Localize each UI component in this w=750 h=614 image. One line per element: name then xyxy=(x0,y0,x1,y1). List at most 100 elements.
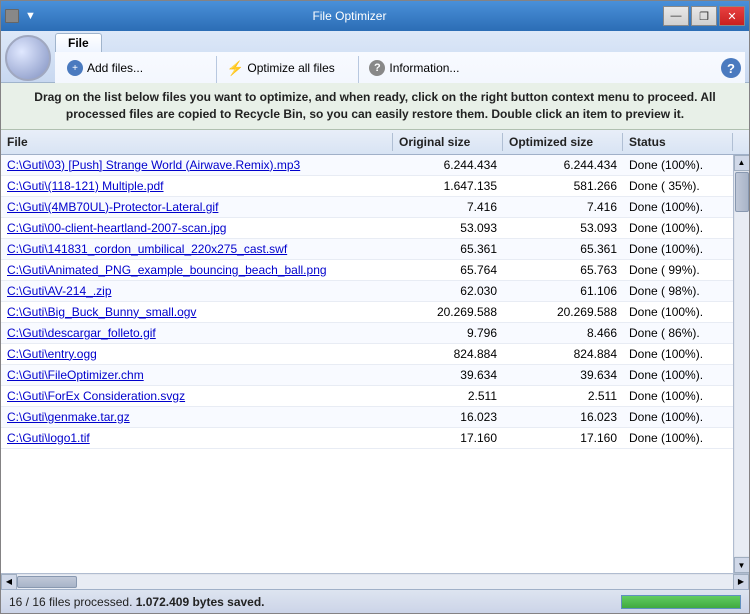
status-cell: Done (100%). xyxy=(623,407,733,427)
scroll-down-arrow[interactable]: ▼ xyxy=(734,557,750,573)
maximize-button[interactable]: ❐ xyxy=(691,6,717,26)
original-size-cell: 17.160 xyxy=(393,428,503,448)
file-cell[interactable]: C:\Guti\logo1.tif xyxy=(1,428,393,448)
original-size-cell: 39.634 xyxy=(393,365,503,385)
optimized-size-cell: 61.106 xyxy=(503,281,623,301)
file-cell[interactable]: C:\Guti\00-client-heartland-2007-scan.jp… xyxy=(1,218,393,238)
file-cell[interactable]: C:\Guti\03) [Push] Strange World (Airwav… xyxy=(1,155,393,175)
minimize-button[interactable]: — xyxy=(663,6,689,26)
status-cell: Done (100%). xyxy=(623,386,733,406)
title-bar: ▼ File Optimizer — ❐ ✕ xyxy=(1,1,749,31)
help-circle-button[interactable]: ? xyxy=(721,58,741,78)
original-size-cell: 16.023 xyxy=(393,407,503,427)
hscroll-right-arrow[interactable]: ▶ xyxy=(733,574,749,590)
table-row[interactable]: C:\Guti\entry.ogg824.884824.884Done (100… xyxy=(1,344,733,365)
window-system-menu: ▼ xyxy=(25,10,36,22)
hscroll-left-arrow[interactable]: ◀ xyxy=(1,574,17,590)
title-bar-buttons: — ❐ ✕ xyxy=(663,6,745,26)
add-files-icon: + xyxy=(67,60,83,76)
status-bar: 16 / 16 files processed. 1.072.409 bytes… xyxy=(1,589,749,613)
scroll-track xyxy=(735,172,749,556)
optimize-all-icon: ⚡ xyxy=(227,60,243,76)
table-row[interactable]: C:\Guti\00-client-heartland-2007-scan.jp… xyxy=(1,218,733,239)
status-cell: Done ( 99%). xyxy=(623,260,733,280)
vertical-scrollbar[interactable]: ▲ ▼ xyxy=(733,155,749,573)
horizontal-scrollbar[interactable]: ◀ ▶ xyxy=(1,573,749,589)
table-header: File Original size Optimized size Status xyxy=(1,130,749,155)
table-row[interactable]: C:\Guti\03) [Push] Strange World (Airwav… xyxy=(1,155,733,176)
progress-bar-fill xyxy=(622,596,740,608)
table-body[interactable]: C:\Guti\03) [Push] Strange World (Airwav… xyxy=(1,155,733,573)
title-bar-center: File Optimizer xyxy=(36,9,663,23)
table-row[interactable]: C:\Guti\AV-214_.zip62.03061.106Done ( 98… xyxy=(1,281,733,302)
title-bar-left: ▼ xyxy=(5,9,36,23)
file-cell[interactable]: C:\Guti\Big_Buck_Bunny_small.ogv xyxy=(1,302,393,322)
table-row[interactable]: C:\Guti\Big_Buck_Bunny_small.ogv20.269.5… xyxy=(1,302,733,323)
status-cell: Done ( 98%). xyxy=(623,281,733,301)
bytes-saved-text: 1.072.409 bytes saved. xyxy=(136,595,265,609)
optimized-size-cell: 581.266 xyxy=(503,176,623,196)
scroll-thumb[interactable] xyxy=(735,172,749,212)
file-cell[interactable]: C:\Guti\descargar_folleto.gif xyxy=(1,323,393,343)
original-size-cell: 6.244.434 xyxy=(393,155,503,175)
optimized-size-cell: 17.160 xyxy=(503,428,623,448)
original-size-cell: 65.361 xyxy=(393,239,503,259)
add-files-button[interactable]: + Add files... xyxy=(63,58,208,78)
file-cell[interactable]: C:\Guti\entry.ogg xyxy=(1,344,393,364)
file-cell[interactable]: C:\Guti\AV-214_.zip xyxy=(1,281,393,301)
file-cell[interactable]: C:\Guti\(118-121) Multiple.pdf xyxy=(1,176,393,196)
table-row[interactable]: C:\Guti\(4MB70UL)-Protector-Lateral.gif7… xyxy=(1,197,733,218)
original-size-cell: 9.796 xyxy=(393,323,503,343)
app-logo xyxy=(5,35,51,81)
table-row[interactable]: C:\Guti\141831_cordon_umbilical_220x275_… xyxy=(1,239,733,260)
table-row[interactable]: C:\Guti\genmake.tar.gz16.02316.023Done (… xyxy=(1,407,733,428)
original-size-cell: 7.416 xyxy=(393,197,503,217)
status-cell: Done (100%). xyxy=(623,197,733,217)
optimized-size-cell: 16.023 xyxy=(503,407,623,427)
file-cell[interactable]: C:\Guti\ForEx Consideration.svgz xyxy=(1,386,393,406)
optimized-size-cell: 20.269.588 xyxy=(503,302,623,322)
optimize-all-button[interactable]: ⚡ Optimize all files xyxy=(223,58,350,78)
original-size-cell: 20.269.588 xyxy=(393,302,503,322)
table-row[interactable]: C:\Guti\Animated_PNG_example_bouncing_be… xyxy=(1,260,733,281)
main-window: ▼ File Optimizer — ❐ ✕ File + xyxy=(0,0,750,614)
hscroll-thumb[interactable] xyxy=(17,576,77,588)
file-cell[interactable]: C:\Guti\FileOptimizer.chm xyxy=(1,365,393,385)
tab-strip: File xyxy=(55,33,745,52)
status-cell: Done ( 86%). xyxy=(623,323,733,343)
info-bar: Drag on the list below files you want to… xyxy=(1,83,749,130)
file-cell[interactable]: C:\Guti\Animated_PNG_example_bouncing_be… xyxy=(1,260,393,280)
optimized-size-cell: 6.244.434 xyxy=(503,155,623,175)
file-cell[interactable]: C:\Guti\genmake.tar.gz xyxy=(1,407,393,427)
file-cell[interactable]: C:\Guti\(4MB70UL)-Protector-Lateral.gif xyxy=(1,197,393,217)
table-row[interactable]: C:\Guti\ForEx Consideration.svgz2.5112.5… xyxy=(1,386,733,407)
optimized-size-cell: 53.093 xyxy=(503,218,623,238)
table-row[interactable]: C:\Guti\(118-121) Multiple.pdf1.647.1355… xyxy=(1,176,733,197)
original-size-cell: 65.764 xyxy=(393,260,503,280)
col-header-file: File xyxy=(1,133,393,151)
status-cell: Done (100%). xyxy=(623,239,733,259)
col-header-original: Original size xyxy=(393,133,503,151)
close-button[interactable]: ✕ xyxy=(719,6,745,26)
file-table-container: File Original size Optimized size Status… xyxy=(1,130,749,589)
app-icon xyxy=(5,9,19,23)
status-cell: Done (100%). xyxy=(623,218,733,238)
file-cell[interactable]: C:\Guti\141831_cordon_umbilical_220x275_… xyxy=(1,239,393,259)
hscroll-track xyxy=(17,575,733,589)
menu-bar: File + Add files... − Remove selected fi… xyxy=(1,31,749,83)
table-row[interactable]: C:\Guti\logo1.tif17.16017.160Done (100%)… xyxy=(1,428,733,449)
original-size-cell: 1.647.135 xyxy=(393,176,503,196)
col-header-scroll-spacer xyxy=(733,133,749,151)
status-cell: Done (100%). xyxy=(623,428,733,448)
optimized-size-cell: 7.416 xyxy=(503,197,623,217)
optimized-size-cell: 824.884 xyxy=(503,344,623,364)
information-button[interactable]: ? Information... xyxy=(365,58,493,78)
original-size-cell: 824.884 xyxy=(393,344,503,364)
table-row[interactable]: C:\Guti\descargar_folleto.gif9.7968.466D… xyxy=(1,323,733,344)
scroll-up-arrow[interactable]: ▲ xyxy=(734,155,750,171)
table-row[interactable]: C:\Guti\FileOptimizer.chm39.63439.634Don… xyxy=(1,365,733,386)
tab-file[interactable]: File xyxy=(55,33,102,52)
optimized-size-cell: 2.511 xyxy=(503,386,623,406)
help-icon: ? xyxy=(721,58,741,78)
col-header-status: Status xyxy=(623,133,733,151)
